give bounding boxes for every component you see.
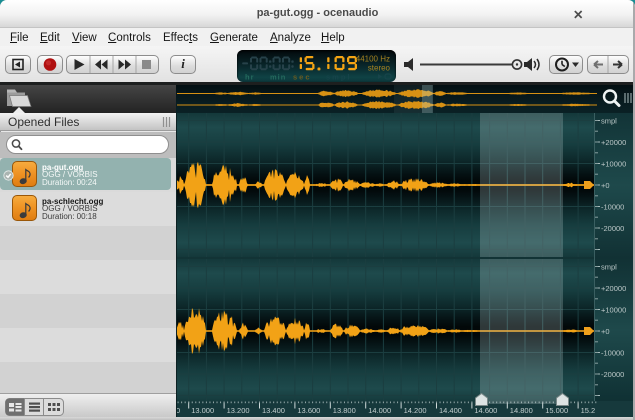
- svg-text:+10000: +10000: [601, 305, 626, 314]
- svg-text:44100 Hz: 44100 Hz: [356, 55, 390, 64]
- svg-text:13.600: 13.600: [297, 406, 320, 415]
- svg-text:stereo: stereo: [368, 64, 391, 73]
- svg-text:smpl: smpl: [326, 73, 352, 82]
- svg-text:15.2: 15.2: [581, 406, 596, 415]
- svg-text:+20000: +20000: [601, 284, 626, 293]
- svg-text:sec: sec: [293, 73, 312, 82]
- svg-text:-10000: -10000: [601, 348, 624, 357]
- svg-text:+0: +0: [601, 327, 610, 336]
- svg-text:15.000: 15.000: [545, 406, 568, 415]
- svg-text:13.000: 13.000: [191, 406, 214, 415]
- svg-text:14.000: 14.000: [368, 406, 391, 415]
- svg-text:-20000: -20000: [601, 370, 624, 379]
- svg-text:14.400: 14.400: [439, 406, 462, 415]
- svg-text:14.200: 14.200: [404, 406, 427, 415]
- svg-text:+10000: +10000: [601, 159, 626, 168]
- svg-text:+0: +0: [601, 181, 610, 190]
- svg-text:-20000: -20000: [601, 224, 624, 233]
- svg-text:smpl: smpl: [601, 262, 617, 271]
- svg-text:hr: hr: [245, 73, 255, 82]
- svg-text:13.800: 13.800: [333, 406, 356, 415]
- svg-text:min: min: [270, 73, 286, 82]
- svg-text:13.400: 13.400: [262, 406, 285, 415]
- svg-text:-10000: -10000: [601, 202, 624, 211]
- svg-text:+20000: +20000: [601, 138, 626, 147]
- svg-text:smpl: smpl: [601, 116, 617, 125]
- svg-text:14.600: 14.600: [474, 406, 497, 415]
- svg-text:13.200: 13.200: [227, 406, 250, 415]
- svg-text:14.800: 14.800: [510, 406, 533, 415]
